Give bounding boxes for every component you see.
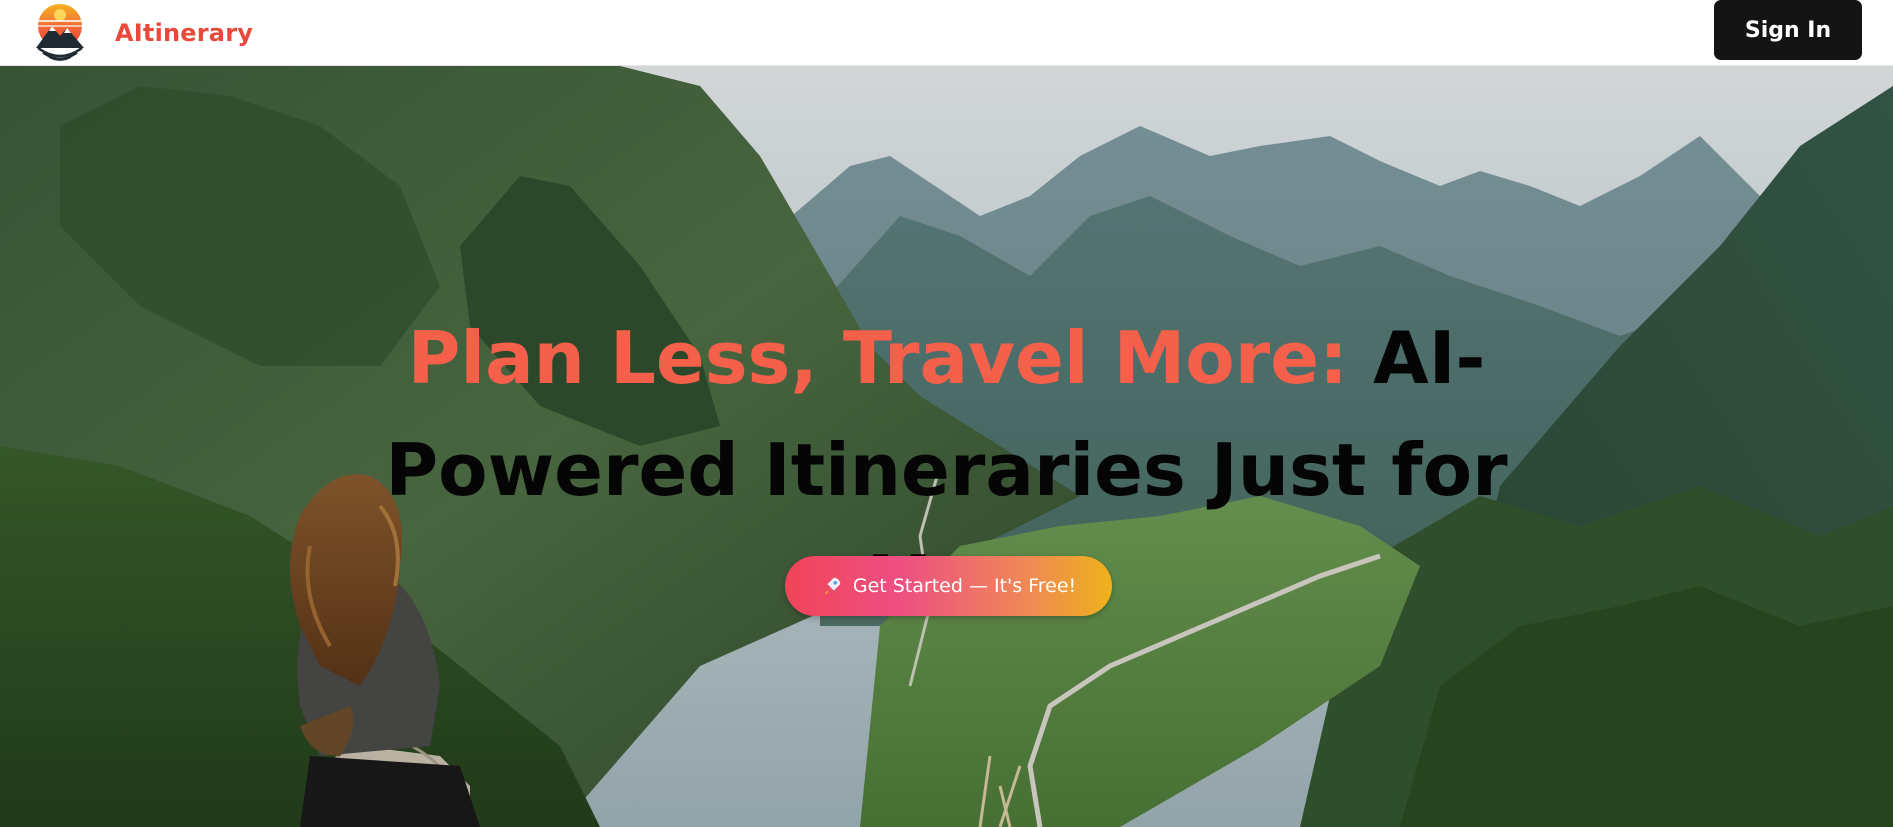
cta-label: Get Started — It's Free!: [852, 575, 1077, 597]
hero-section: Plan Less, Travel More: AI-Powered Itine…: [0, 66, 1893, 827]
headline-accent: Plan Less, Travel More:: [407, 316, 1348, 400]
brand-link[interactable]: AItinerary: [34, 2, 253, 64]
sign-in-button[interactable]: Sign In: [1714, 0, 1862, 60]
rocket-icon: [824, 577, 841, 595]
get-started-button[interactable]: Get Started — It's Free!: [785, 556, 1112, 616]
brand-logo-icon: [36, 3, 84, 61]
brand-name: AItinerary: [115, 18, 254, 47]
top-navbar: AItinerary Sign In: [0, 0, 1893, 66]
